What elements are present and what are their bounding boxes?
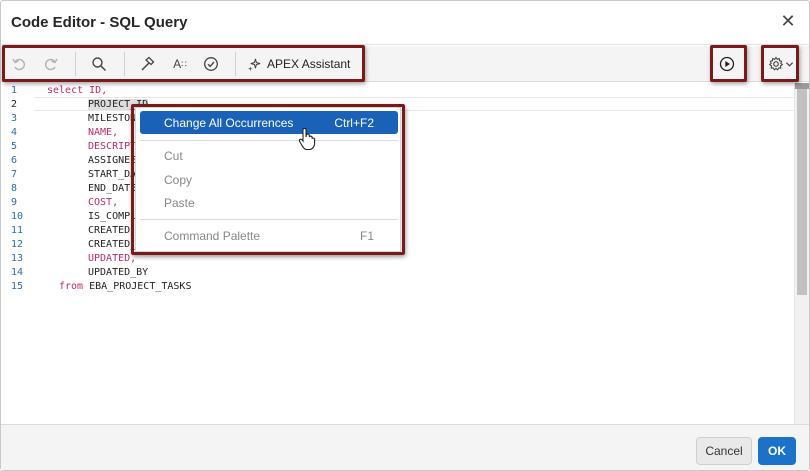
line-number: 2 bbox=[11, 99, 18, 110]
menu-item-shortcut: Ctrl+F2 bbox=[334, 115, 374, 130]
line-number: 13 bbox=[11, 253, 24, 264]
dialog-titlebar: Code Editor - SQL Query ✕ bbox=[1, 1, 809, 45]
toolbar-divider bbox=[235, 52, 236, 76]
line-number: 7 bbox=[11, 169, 18, 180]
cancel-button[interactable]: Cancel bbox=[696, 437, 752, 465]
code-line: from EBA_PROJECT_TASKS bbox=[59, 281, 191, 292]
scrollbar-thumb[interactable] bbox=[797, 89, 807, 295]
menu-item-paste[interactable]: Paste bbox=[140, 191, 398, 214]
menu-item-change-all-occurrences[interactable]: Change All Occurrences Ctrl+F2 bbox=[140, 111, 398, 134]
line-number: 1 bbox=[11, 85, 18, 96]
code-editor-dialog: Code Editor - SQL Query ✕ A ∷ APEX Assist… bbox=[0, 0, 810, 471]
close-icon[interactable]: ✕ bbox=[779, 12, 797, 30]
gear-icon bbox=[768, 56, 784, 72]
line-number: 8 bbox=[11, 183, 18, 194]
hammer-icon[interactable] bbox=[137, 52, 157, 76]
menu-item-command-palette[interactable]: Command Palette F1 bbox=[140, 224, 398, 247]
menu-item-label: Copy bbox=[164, 172, 193, 187]
vertical-scrollbar[interactable] bbox=[795, 83, 809, 424]
menu-item-copy[interactable]: Copy bbox=[140, 168, 398, 191]
menu-divider bbox=[140, 140, 398, 141]
code-token: EBA_PROJECT_TASKS bbox=[89, 281, 192, 292]
line-number: 3 bbox=[11, 113, 18, 124]
line-number: 5 bbox=[11, 141, 18, 152]
line-number: 9 bbox=[11, 197, 18, 208]
sql-keyword: select bbox=[47, 85, 84, 96]
menu-item-cut[interactable]: Cut bbox=[140, 144, 398, 167]
line-number: 14 bbox=[11, 267, 24, 278]
code-editor-area[interactable]: 1 select ID, 2 PROJECT_ID 3 MILESTON 4 N… bbox=[1, 83, 809, 424]
play-circle-icon[interactable] bbox=[716, 52, 738, 76]
code-line: END_DATE bbox=[88, 183, 137, 194]
code-line: START_DA bbox=[88, 169, 137, 180]
menu-item-label: Cut bbox=[164, 148, 183, 163]
menu-item-label: Paste bbox=[164, 195, 195, 210]
menu-divider bbox=[140, 219, 398, 220]
apex-assistant-button[interactable]: APEX Assistant bbox=[247, 52, 351, 76]
toolbar-divider bbox=[124, 52, 125, 76]
code-line: MILESTON bbox=[88, 113, 137, 124]
line-number: 12 bbox=[11, 239, 24, 250]
toolbar-divider bbox=[75, 52, 76, 76]
menu-item-label: Change All Occurrences bbox=[164, 115, 294, 130]
search-icon[interactable] bbox=[89, 52, 109, 76]
menu-item-shortcut: F1 bbox=[359, 228, 374, 243]
context-menu: Change All Occurrences Ctrl+F2 Cut Copy … bbox=[135, 107, 401, 252]
code-line: COST, bbox=[88, 197, 119, 208]
sql-keyword: from bbox=[59, 281, 84, 292]
code-line: CREATED_ bbox=[88, 239, 137, 250]
code-line: DESCRIPT bbox=[88, 141, 137, 152]
line-number: 6 bbox=[11, 155, 18, 166]
text-case-icon[interactable]: A ∷ bbox=[169, 52, 191, 76]
check-circle-icon[interactable] bbox=[201, 52, 221, 76]
apex-assistant-label: APEX Assistant bbox=[267, 57, 351, 71]
chevron-down-icon bbox=[785, 60, 794, 69]
code-line: CREATED, bbox=[88, 225, 137, 236]
undo-icon[interactable] bbox=[9, 52, 29, 76]
settings-menu-button[interactable] bbox=[765, 52, 797, 76]
line-number: 10 bbox=[11, 211, 24, 222]
code-line: ASSIGNEE bbox=[88, 155, 137, 166]
editor-toolbar: A ∷ APEX Assistant bbox=[1, 46, 809, 82]
line-number: 11 bbox=[11, 225, 24, 236]
code-line: UPDATED_BY bbox=[88, 267, 149, 278]
line-number: 15 bbox=[11, 281, 24, 292]
menu-item-label: Command Palette bbox=[164, 228, 261, 243]
dialog-title: Code Editor - SQL Query bbox=[11, 14, 188, 31]
line-number: 4 bbox=[11, 127, 18, 138]
dialog-footer: Cancel OK bbox=[1, 424, 809, 470]
code-line: IS_COMPL bbox=[88, 211, 137, 222]
code-line: UPDATED, bbox=[88, 253, 137, 264]
code-token: ID, bbox=[89, 85, 108, 96]
sparkle-icon bbox=[247, 57, 262, 72]
redo-icon[interactable] bbox=[41, 52, 61, 76]
code-line: NAME, bbox=[88, 127, 119, 138]
code-line: select ID, bbox=[47, 85, 107, 96]
ok-button[interactable]: OK bbox=[758, 437, 796, 465]
